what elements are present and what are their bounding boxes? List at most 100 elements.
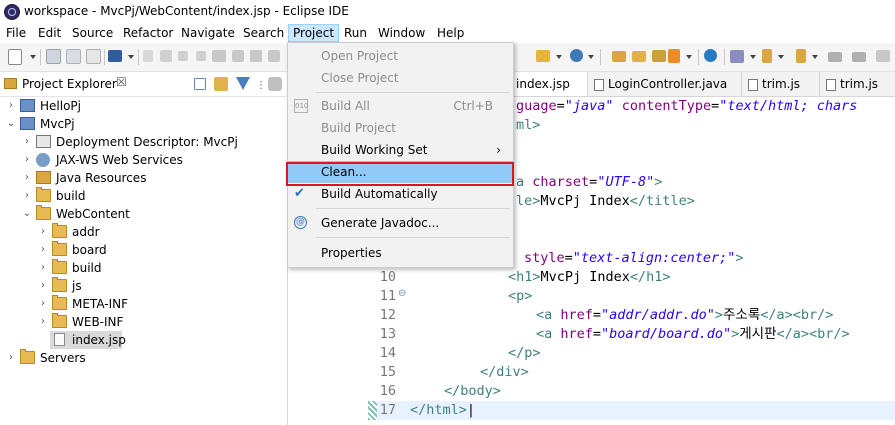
project-explorer-title[interactable]: Project Explorer [22, 77, 117, 91]
tree-item-build-sub[interactable]: › build [0, 259, 286, 277]
link-with-editor-icon[interactable] [214, 77, 228, 91]
code-line-17[interactable]: </html>| [410, 401, 475, 420]
back-icon[interactable] [828, 52, 842, 62]
new-file-icon[interactable] [8, 49, 22, 65]
step-into-icon[interactable] [232, 50, 244, 62]
save-icon[interactable] [46, 49, 61, 64]
chevron-down-icon[interactable] [556, 55, 562, 59]
tree-item-board[interactable]: › board [0, 241, 286, 259]
tree-item-index-jsp[interactable]: index.jsp [50, 331, 126, 349]
chevron-right-icon[interactable]: › [22, 151, 32, 169]
menu-edit[interactable]: Edit [34, 24, 65, 42]
chevron-right-icon[interactable]: › [22, 133, 32, 151]
chevron-right-icon[interactable]: › [38, 295, 48, 313]
tree-item-web-inf[interactable]: › WEB-INF [0, 313, 286, 331]
menu-close-project[interactable]: Close Project [288, 67, 513, 89]
chevron-down-icon[interactable]: ⌄ [22, 205, 32, 223]
code-fragment[interactable]: guage="java" contentType="text/html; cha… [516, 97, 857, 116]
chevron-right-icon[interactable]: › [6, 349, 16, 367]
chevron-right-icon[interactable]: › [22, 187, 32, 205]
tree-item-js[interactable]: › js [0, 277, 286, 295]
tree-item-hellopj[interactable]: › HelloPj [0, 97, 286, 115]
tree-item-addr[interactable]: › addr [0, 223, 286, 241]
chevron-down-icon[interactable] [686, 55, 692, 59]
chevron-right-icon[interactable]: › [22, 169, 32, 187]
menu-refactor[interactable]: Refactor [119, 24, 177, 42]
chevron-right-icon[interactable]: › [38, 241, 48, 259]
chevron-right-icon[interactable]: › [38, 313, 48, 331]
code-fragment[interactable]: style="text-align:center;"> [524, 249, 744, 268]
save-all-icon[interactable] [66, 49, 81, 64]
disconnect-icon[interactable] [212, 50, 226, 62]
tab-login-controller[interactable]: LoginController.java [588, 72, 742, 96]
code-fragment[interactable]: le>MvcPj Index</title> [516, 192, 695, 211]
filter-icon[interactable] [236, 77, 250, 90]
tab-trim-js-2[interactable]: trim.js [820, 72, 895, 96]
menu-build-project[interactable]: Build Project [288, 117, 513, 139]
tree-item-deployment-descriptor[interactable]: › Deployment Descriptor: MvcPj [0, 133, 286, 151]
resume-icon[interactable] [160, 50, 172, 62]
chevron-down-icon[interactable] [128, 55, 134, 59]
tree-item-mvcpj[interactable]: ⌄ MvcPj [0, 115, 286, 133]
open-project-icon[interactable] [632, 51, 646, 62]
tree-item-webcontent[interactable]: ⌄ WebContent [0, 205, 286, 223]
chevron-down-icon[interactable] [778, 55, 784, 59]
code-line-12[interactable]: <a href="addr/addr.do">주소록</a><br/> [536, 306, 833, 325]
terminate-icon[interactable] [196, 51, 206, 61]
chevron-right-icon[interactable]: › [38, 259, 48, 277]
print-icon[interactable] [86, 49, 101, 64]
code-line-16[interactable]: </body> [444, 382, 501, 401]
menu-help[interactable]: Help [433, 24, 468, 42]
menu-build-working-set[interactable]: Build Working Set › [288, 139, 513, 161]
menu-run[interactable]: Run [340, 24, 371, 42]
tree-item-build[interactable]: › build [0, 187, 286, 205]
code-line-14[interactable]: </p> [508, 344, 541, 363]
step-return-icon[interactable] [268, 50, 280, 62]
tree-item-jax-ws[interactable]: › JAX-WS Web Services [0, 151, 286, 169]
chevron-right-icon[interactable]: › [38, 223, 48, 241]
open-folder-icon[interactable] [612, 51, 626, 62]
chevron-down-icon[interactable] [750, 55, 756, 59]
tab-index-jsp[interactable]: index.jsp [510, 72, 588, 96]
menu-generate-javadoc[interactable]: @ Generate Javadoc... [288, 212, 513, 234]
menu-source[interactable]: Source [68, 24, 117, 42]
chevron-right-icon[interactable]: › [38, 277, 48, 295]
chevron-down-icon[interactable] [30, 55, 36, 59]
tree-item-servers[interactable]: › Servers [0, 349, 286, 367]
forward-icon[interactable] [852, 52, 866, 62]
menu-window[interactable]: Window [374, 24, 429, 42]
menu-build-all[interactable]: 010 Build All Ctrl+B [288, 95, 513, 117]
fold-toggle-icon[interactable]: ⊖ [398, 288, 406, 299]
menu-file[interactable]: File [2, 24, 30, 42]
open-type-icon[interactable] [536, 50, 550, 62]
skip-breakpoints-icon[interactable] [143, 50, 153, 62]
menu-build-automatically[interactable]: ✔ Build Automatically [288, 183, 513, 205]
run-icon[interactable] [668, 49, 680, 63]
menu-search[interactable]: Search [239, 24, 288, 42]
tree-item-java-resources[interactable]: › Java Resources [0, 169, 286, 187]
chevron-down-icon[interactable] [812, 55, 818, 59]
collapse-all-icon[interactable] [194, 78, 206, 90]
search-icon[interactable] [730, 50, 744, 63]
code-fragment[interactable]: a charset="UTF-8"> [516, 173, 662, 192]
close-icon[interactable]: ☒ [116, 75, 127, 89]
chevron-down-icon[interactable]: ⌄ [6, 115, 16, 133]
minimize-icon[interactable] [268, 77, 282, 91]
prev-annotation-icon[interactable] [796, 49, 806, 63]
code-line-13[interactable]: <a href="board/board.do">게시판</a><br/> [536, 325, 850, 344]
chevron-down-icon[interactable] [588, 55, 594, 59]
code-fragment[interactable]: ml> [516, 116, 540, 135]
run-server-icon[interactable] [570, 49, 583, 62]
globe-icon[interactable] [704, 49, 717, 62]
next-annotation-icon[interactable] [762, 49, 772, 63]
menu-open-project[interactable]: Open Project [288, 45, 513, 67]
chevron-right-icon[interactable]: › [6, 97, 16, 115]
code-line-11[interactable]: <p> [508, 287, 532, 306]
code-line-10[interactable]: <h1>MvcPj Index</h1> [508, 268, 671, 287]
code-line-15[interactable]: </div> [480, 363, 529, 382]
tree-item-meta-inf[interactable]: › META-INF [0, 295, 286, 313]
view-menu-icon[interactable]: ⋮ [256, 80, 266, 91]
tab-trim-js[interactable]: trim.js [742, 72, 820, 96]
step-over-icon[interactable] [250, 50, 262, 62]
suspend-icon[interactable] [178, 51, 188, 61]
